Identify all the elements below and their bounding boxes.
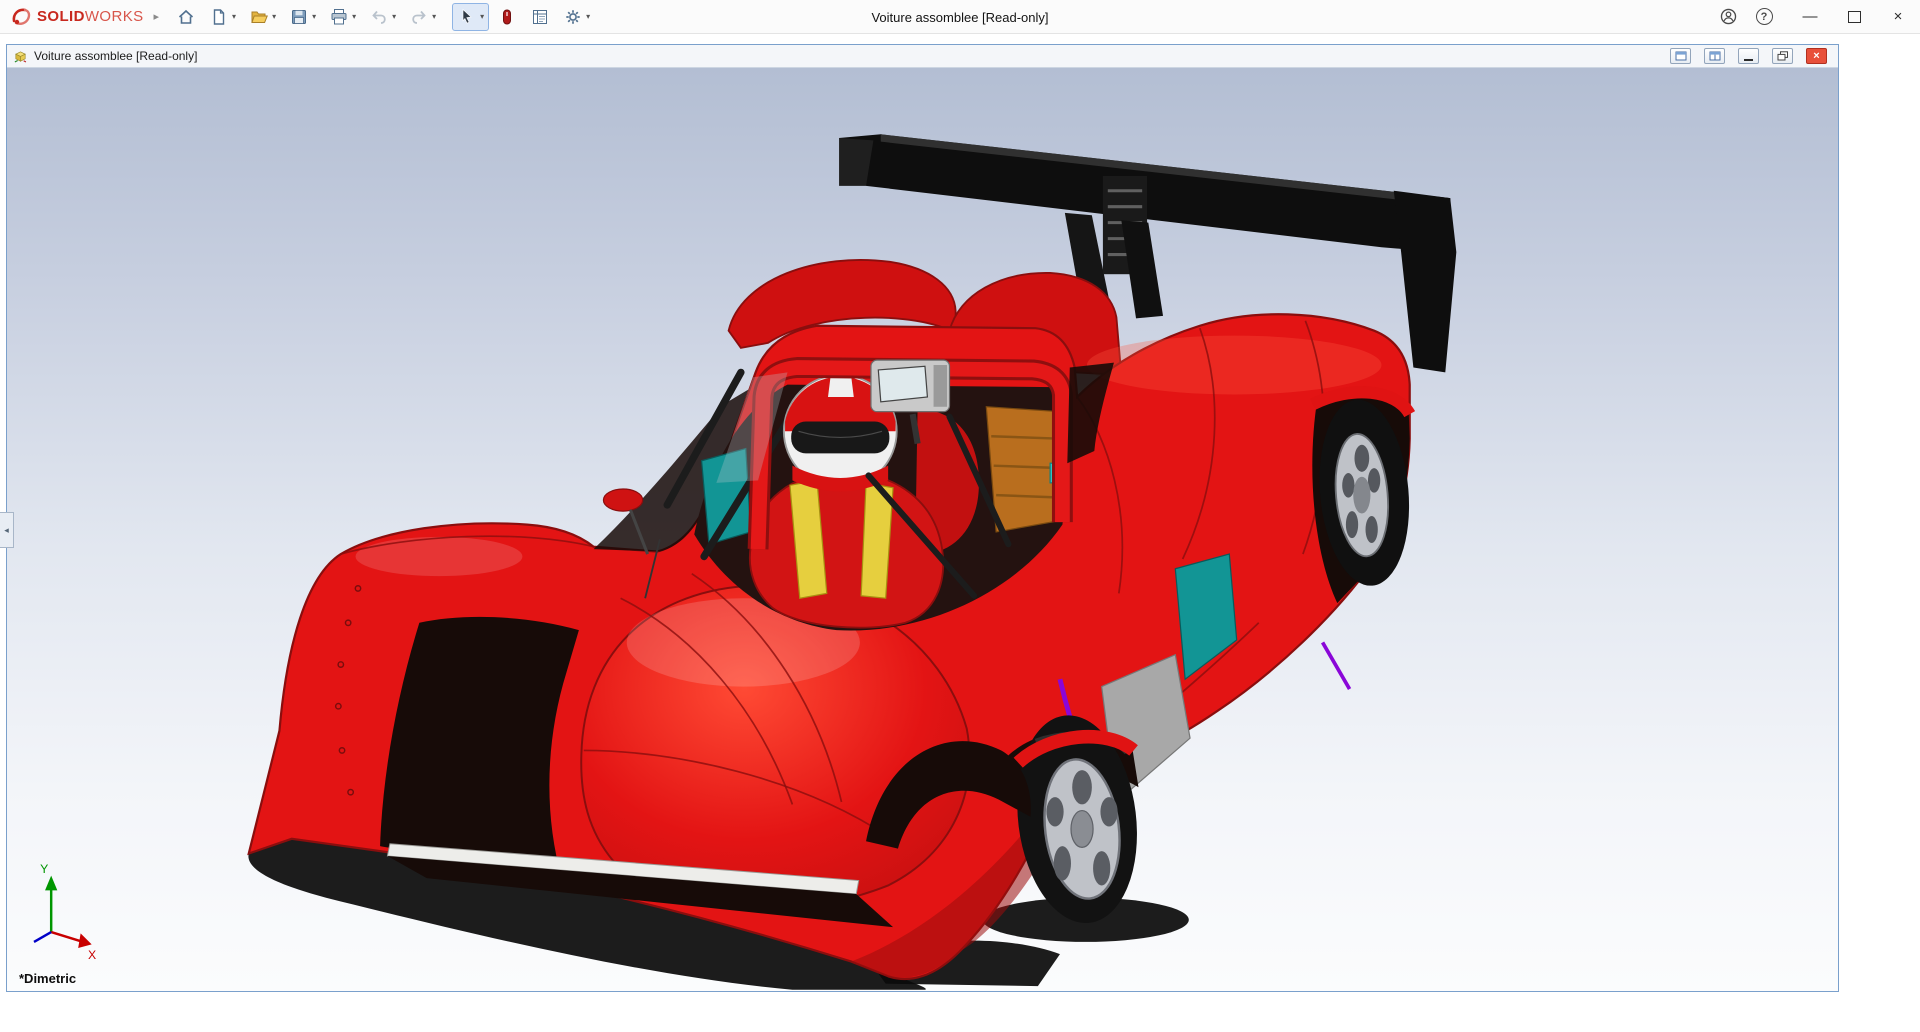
maximize-icon [1848, 11, 1861, 23]
home-icon [176, 7, 196, 27]
window-pane-icon [1675, 51, 1687, 61]
select-button[interactable]: ▾ [452, 3, 489, 31]
help-button[interactable]: ? [1746, 0, 1782, 34]
select-cursor-icon [457, 7, 477, 27]
minimize-button[interactable]: — [1788, 0, 1832, 34]
titlebar-right-controls: ? — × [1710, 0, 1920, 34]
race-car-3d-model[interactable]: Y X [7, 68, 1838, 991]
document-window: Voiture assomblee [Read-only] [6, 44, 1839, 992]
window-pane-button-2[interactable] [1704, 48, 1725, 64]
gear-icon [563, 7, 583, 27]
solidworks-app: { "app": { "title": "Voiture assomblee [… [0, 0, 1920, 1032]
brand-works: WORKS [85, 8, 144, 25]
collapse-arrow-icon: ◂ [4, 525, 9, 536]
caret-down-icon[interactable]: ▾ [480, 13, 484, 21]
help-icon: ? [1756, 8, 1773, 25]
triad-y-label: Y [40, 862, 48, 876]
undo-icon [369, 7, 389, 27]
restore-icon [1777, 51, 1789, 61]
minimize-icon [1744, 59, 1753, 61]
new-document-button[interactable]: ▾ [204, 3, 241, 31]
new-document-icon [209, 7, 229, 27]
orientation-triad: Y X [34, 862, 96, 962]
app-title: Voiture assomblee [Read-only] [871, 0, 1048, 34]
caret-down-icon[interactable]: ▾ [312, 13, 316, 21]
open-button[interactable]: ▾ [244, 3, 281, 31]
triad-x-label: X [88, 948, 96, 962]
document-window-buttons: × [1670, 48, 1832, 64]
caret-down-icon[interactable]: ▾ [432, 13, 436, 21]
solidworks-logo[interactable]: SOLIDWORKS [10, 6, 144, 28]
caret-down-icon[interactable]: ▾ [232, 13, 236, 21]
caret-down-icon[interactable]: ▾ [586, 13, 590, 21]
feature-tree-collapse-tab[interactable]: ◂ [0, 512, 14, 548]
open-folder-icon [249, 7, 269, 27]
brand-solid: SOLID [37, 8, 85, 25]
caret-down-icon[interactable]: ▾ [392, 13, 396, 21]
window-pane-button-1[interactable] [1670, 48, 1691, 64]
view-orientation-label: *Dimetric [19, 971, 76, 986]
caret-down-icon[interactable]: ▾ [352, 13, 356, 21]
mouse-icon [497, 7, 517, 27]
save-button[interactable]: ▾ [284, 3, 321, 31]
document-close-button[interactable]: × [1806, 48, 1827, 64]
assembly-document-icon [13, 49, 28, 64]
graphics-viewport[interactable]: Y X *Dimetric [7, 68, 1838, 991]
window-split-icon [1709, 51, 1721, 61]
document-title: Voiture assomblee [Read-only] [34, 49, 197, 63]
window-controls: — × [1788, 0, 1920, 34]
account-button[interactable] [1710, 0, 1746, 34]
wing-endplate [1394, 191, 1457, 373]
quick-access-toolbar: ▾ ▾ ▾ ▾ [171, 3, 595, 31]
maximize-button[interactable] [1832, 0, 1876, 34]
mouse-settings-button[interactable] [492, 3, 522, 31]
print-icon [329, 7, 349, 27]
redo-button[interactable]: ▾ [404, 3, 441, 31]
options-button[interactable]: ▾ [558, 3, 595, 31]
user-icon [1719, 7, 1738, 26]
side-mirror[interactable] [603, 489, 642, 511]
document-titlebar[interactable]: Voiture assomblee [Read-only] [7, 45, 1838, 68]
app-titlebar: SOLIDWORKS ▸ ▾ ▾ [0, 0, 1920, 34]
breadcrumb-arrow-icon[interactable]: ▸ [154, 10, 160, 23]
caret-down-icon[interactable]: ▾ [272, 13, 276, 21]
document-restore-button[interactable] [1772, 48, 1793, 64]
undo-button[interactable]: ▾ [364, 3, 401, 31]
display-report-button[interactable] [525, 3, 555, 31]
redo-icon [409, 7, 429, 27]
close-button[interactable]: × [1876, 0, 1920, 34]
save-icon [289, 7, 309, 27]
home-button[interactable] [171, 3, 201, 31]
print-button[interactable]: ▾ [324, 3, 361, 31]
document-minimize-button[interactable] [1738, 48, 1759, 64]
report-table-icon [530, 7, 550, 27]
dassault-systemes-icon [10, 6, 32, 28]
